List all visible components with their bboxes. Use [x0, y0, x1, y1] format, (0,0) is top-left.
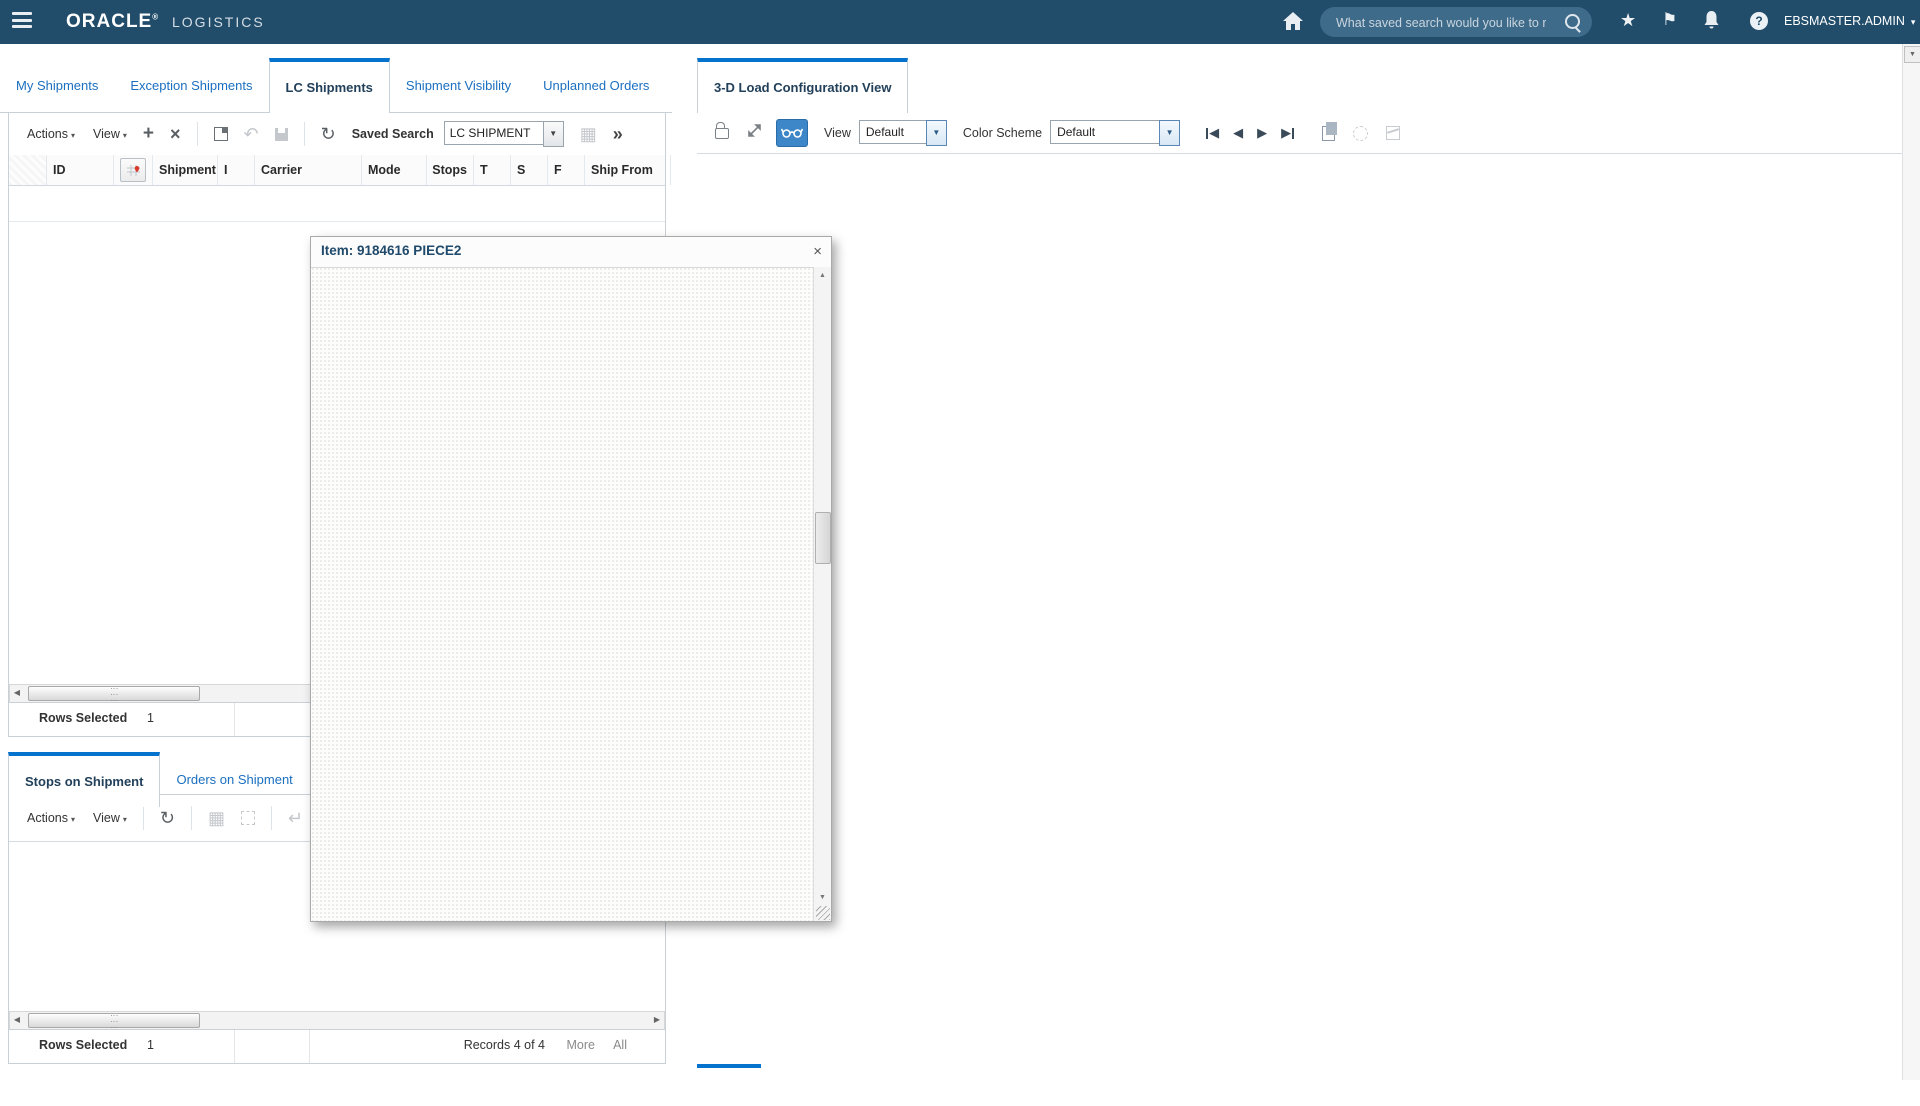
load-view-infobar — [697, 154, 1902, 176]
expand-icon[interactable] — [747, 123, 762, 143]
3d-glasses-button[interactable] — [776, 119, 808, 147]
shipment-row[interactable] — [9, 186, 665, 222]
grid-icon[interactable]: ▦ — [208, 809, 225, 827]
shipments-tab-bar: My ShipmentsException ShipmentsLC Shipme… — [0, 58, 672, 113]
item-detail-popup: Item: 9184616 PIECE2 × ▲ ▼ — [310, 236, 832, 922]
user-menu[interactable]: EBSMASTER.ADMIN▾ — [1784, 14, 1915, 28]
col-header-t: T — [474, 155, 511, 185]
selection-icon[interactable] — [241, 811, 255, 825]
go-to-icon[interactable]: ↵ — [288, 809, 303, 827]
col-header-ship-from: Ship From — [585, 155, 671, 185]
view-label: View — [824, 126, 851, 140]
actions-menu[interactable]: Actions▾ — [27, 127, 75, 141]
cube-icon[interactable] — [1386, 126, 1400, 140]
tab-shipment-visibility[interactable]: Shipment Visibility — [390, 58, 527, 112]
tab-stops-on-shipment[interactable]: Stops on Shipment — [8, 752, 160, 807]
app-header: ORACLE® LOGISTICS ★ ⚑ ? EBSMASTER.ADMIN▾ — [0, 0, 1920, 44]
grid-icon[interactable]: ▦ — [580, 125, 597, 143]
equipment-copy-icon[interactable] — [1322, 126, 1335, 141]
color-scheme-select[interactable]: Default ▼ — [1050, 120, 1180, 146]
more-link[interactable]: More — [567, 1038, 595, 1052]
oracle-logo: ORACLE® — [66, 11, 159, 33]
tab-exception-shipments[interactable]: Exception Shipments — [114, 58, 268, 112]
next-button[interactable]: ▶ — [1257, 125, 1267, 141]
col-header-carrier: Carrier — [255, 155, 362, 185]
add-button[interactable]: + — [143, 125, 154, 143]
shipments-toolbar: Actions▾ View▾ + × ↶ ↻ Saved Search LC S… — [9, 113, 665, 156]
col-header-i: I — [218, 155, 255, 185]
home-icon[interactable] — [1282, 11, 1304, 36]
last-button[interactable]: ▶ — [1281, 125, 1295, 141]
lock-icon[interactable] — [715, 128, 729, 139]
col-header-s: S — [511, 155, 548, 185]
undo-icon[interactable]: ↶ — [244, 125, 259, 143]
map-pin-column-button[interactable] — [120, 158, 146, 182]
col-header-sel — [9, 155, 47, 185]
page-vscrollbar[interactable]: ▼ — [1902, 44, 1920, 1080]
search-input[interactable] — [1334, 10, 1548, 36]
load-view-toolbar: View Default ▼ Color Scheme Default ▼ ◀ … — [697, 112, 1902, 155]
col-header-shipment: Shipment — [153, 155, 218, 185]
tab-3-d-load-configuration-view[interactable]: 3-D Load Configuration View — [697, 58, 908, 113]
hamburger-menu-icon[interactable] — [12, 12, 34, 32]
popup-body — [311, 267, 814, 921]
col-header-mode: Mode — [362, 155, 427, 185]
delete-button[interactable]: × — [170, 125, 181, 143]
popup-resize-grip[interactable] — [816, 906, 830, 920]
col-header-f: F — [548, 155, 585, 185]
tab-lc-shipments[interactable]: LC Shipments — [269, 58, 390, 113]
load-view-tab-bar: 3-D Load Configuration View — [697, 58, 1902, 113]
stops-hscrollbar[interactable]: ◀ ▶ — [9, 1011, 665, 1030]
tab-my-shipments[interactable]: My Shipments — [0, 58, 114, 112]
saved-search-label: Saved Search — [352, 127, 434, 141]
stops-statusbar: Rows Selected 1 Records 4 of 4 More All — [9, 1029, 665, 1063]
refresh-icon[interactable]: ↻ — [321, 125, 336, 143]
popup-vscrollbar[interactable]: ▲ ▼ — [813, 267, 831, 921]
search-icon[interactable] — [1565, 14, 1580, 29]
saved-search-select[interactable]: LC SHIPMENT ▼ — [444, 121, 564, 147]
view-menu[interactable]: View▾ — [93, 127, 127, 141]
col-header-stops: Stops — [427, 155, 474, 185]
shipments-header-row: IDShipmentICarrierModeStopsTSFShip From — [9, 155, 665, 186]
notifications-bell-icon[interactable] — [1703, 10, 1720, 34]
overflow-icon[interactable]: » — [613, 125, 623, 143]
saved-search-caret[interactable]: ▼ — [543, 121, 564, 147]
view-select[interactable]: Default ▼ — [859, 120, 947, 146]
actions-menu[interactable]: Actions▾ — [27, 811, 75, 825]
shipments-grid: IDShipmentICarrierModeStopsTSFShip From — [9, 155, 665, 222]
all-link[interactable]: All — [613, 1038, 627, 1052]
flag-icon[interactable]: ⚑ — [1662, 10, 1677, 30]
color-scheme-label: Color Scheme — [963, 126, 1042, 140]
col-header-id: ID — [47, 155, 114, 185]
bottom-tab-strip — [697, 1064, 761, 1068]
popup-scroll-thumb[interactable] — [815, 512, 831, 564]
load-3d-canvas[interactable] — [697, 176, 1902, 1080]
detach-icon[interactable] — [214, 127, 228, 141]
help-icon[interactable]: ? — [1750, 12, 1768, 30]
product-title: LOGISTICS — [172, 14, 265, 30]
records-count: Records 4 of 4 — [464, 1038, 545, 1052]
favorites-star-icon[interactable]: ★ — [1620, 10, 1636, 31]
refresh-icon[interactable]: ↻ — [160, 809, 175, 827]
first-button[interactable]: ◀ — [1205, 125, 1219, 141]
saved-search-bar[interactable] — [1320, 7, 1592, 37]
save-icon[interactable] — [275, 128, 288, 141]
close-icon[interactable]: × — [813, 243, 822, 260]
popup-titlebar[interactable]: Item: 9184616 PIECE2 × — [311, 237, 831, 268]
popup-title: Item: 9184616 PIECE2 — [321, 243, 461, 258]
rotate-icon[interactable] — [1353, 126, 1368, 141]
previous-button[interactable]: ◀ — [1233, 125, 1243, 141]
tab-unplanned-orders[interactable]: Unplanned Orders — [527, 58, 665, 112]
view-menu[interactable]: View▾ — [93, 811, 127, 825]
